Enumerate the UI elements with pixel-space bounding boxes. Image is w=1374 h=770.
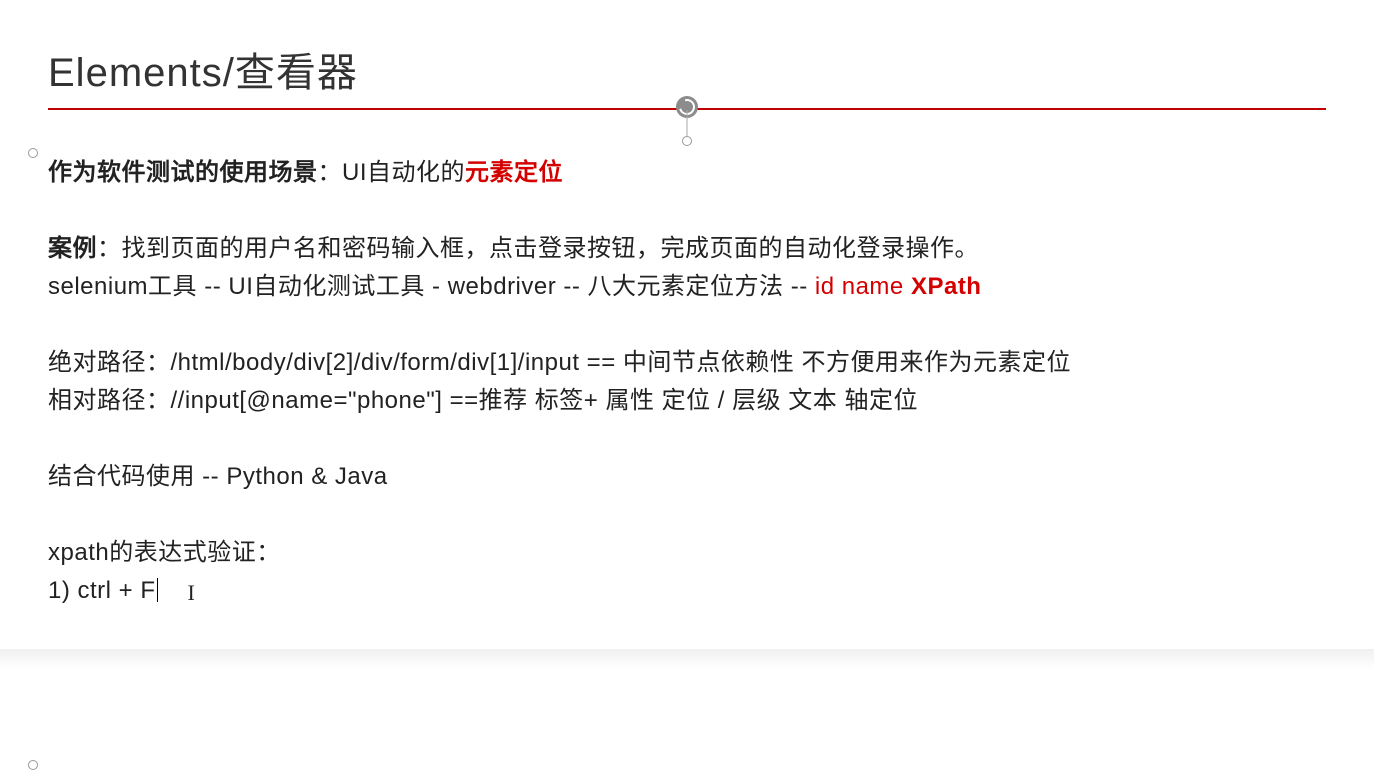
title-divider <box>48 108 1326 110</box>
line-relative-path: 相对路径：//input[@name="phone"] ==推荐 标签+ 属性 … <box>48 382 1326 420</box>
locator-name: name <box>842 273 904 300</box>
label-case: 案例 <box>48 235 97 262</box>
locator-xpath: XPath <box>911 273 982 300</box>
locator-id: id <box>815 273 835 300</box>
line-ctrl-f: 1) ctrl + F I <box>48 572 1326 610</box>
line-xpath-verify: xpath的表达式验证： <box>48 534 1326 572</box>
line-selenium: selenium工具 -- UI自动化测试工具 - webdriver -- 八… <box>48 268 1326 306</box>
rotate-stem <box>687 110 688 136</box>
text-selenium-front: selenium工具 -- UI自动化测试工具 - webdriver -- 八… <box>48 273 815 300</box>
ibeam-cursor-icon: I <box>188 574 196 612</box>
text-body[interactable]: 作为软件测试的使用场景：UI自动化的元素定位 案例：找到页面的用户名和密码输入框… <box>48 154 1326 610</box>
text-ctrl-f: 1) ctrl + F <box>48 577 156 604</box>
label-scenario: 作为软件测试的使用场景 <box>48 159 318 186</box>
line-usage-scenario: 作为软件测试的使用场景：UI自动化的元素定位 <box>48 154 1326 192</box>
selection-handle-left-top[interactable] <box>28 148 38 158</box>
selection-handle-top[interactable] <box>682 136 692 146</box>
text-cursor <box>157 578 158 602</box>
text-element-locate: 元素定位 <box>465 159 563 186</box>
text-case-rest: ：找到页面的用户名和密码输入框，点击登录按钮，完成页面的自动化登录操作。 <box>97 235 979 262</box>
line-case: 案例：找到页面的用户名和密码输入框，点击登录按钮，完成页面的自动化登录操作。 <box>48 230 1326 268</box>
text-scenario-mid: ：UI自动化的 <box>318 159 466 186</box>
line-absolute-path: 绝对路径：/html/body/div[2]/div/form/div[1]/i… <box>48 344 1326 382</box>
selection-handle-left-bottom[interactable] <box>28 760 38 770</box>
line-code-lang: 结合代码使用 -- Python & Java <box>48 458 1326 496</box>
